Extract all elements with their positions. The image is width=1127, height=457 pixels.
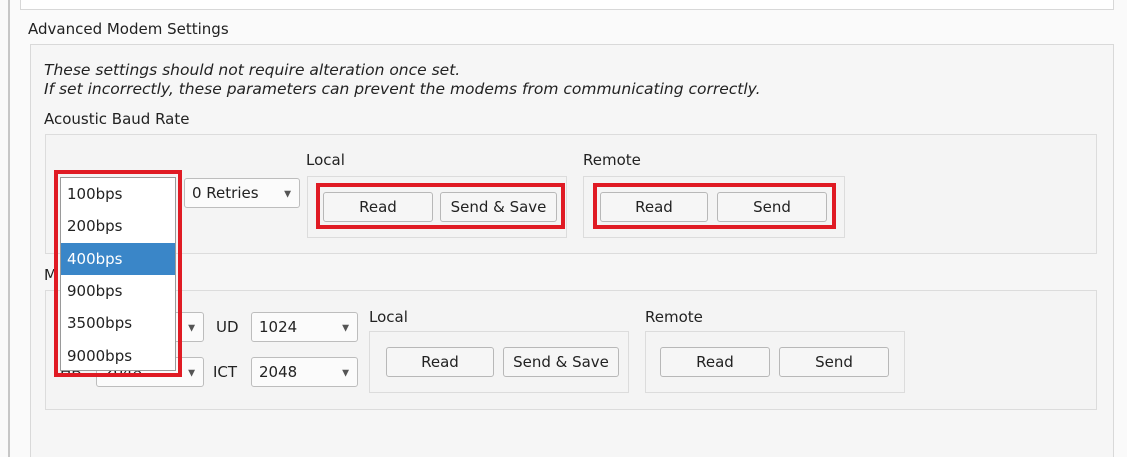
ict-value: 2048: [259, 363, 298, 381]
chevron-down-icon: ▼: [188, 368, 195, 379]
chevron-down-icon: ▼: [188, 323, 195, 334]
second-local-read-button[interactable]: Read: [386, 347, 494, 377]
ict-label: ICT: [213, 363, 238, 381]
second-local-send-save-button[interactable]: Send & Save: [503, 347, 619, 377]
second-remote-read-button[interactable]: Read: [660, 347, 770, 377]
window-left-edge: [0, 0, 10, 457]
ud-label: UD: [216, 318, 239, 336]
second-remote-send-button[interactable]: Send: [779, 347, 889, 377]
chevron-down-icon: ▼: [342, 323, 349, 334]
section-title: Advanced Modem Settings: [28, 20, 229, 38]
chevron-down-icon: ▼: [284, 189, 291, 200]
second-local-label: Local: [369, 308, 408, 326]
ud-select[interactable]: 1024 ▼: [251, 312, 358, 342]
previous-panel-edge: [20, 0, 1114, 10]
note-line-2: If set incorrectly, these parameters can…: [44, 80, 761, 98]
local-buttons-highlight-box: [316, 183, 565, 229]
second-remote-label: Remote: [645, 308, 703, 326]
retries-select[interactable]: 0 Retries ▼: [184, 178, 300, 208]
chevron-down-icon: ▼: [342, 368, 349, 379]
ict-select[interactable]: 2048 ▼: [251, 357, 358, 387]
acoustic-baud-rate-title: Acoustic Baud Rate: [44, 110, 190, 128]
ud-value: 1024: [259, 318, 298, 336]
note-line-1: These settings should not require altera…: [44, 61, 461, 79]
remote-buttons-highlight-box: [593, 183, 836, 229]
acoustic-local-label: Local: [306, 151, 345, 169]
acoustic-remote-label: Remote: [583, 151, 641, 169]
retries-value: 0 Retries: [192, 184, 259, 202]
dropdown-highlight-box: [54, 170, 182, 377]
